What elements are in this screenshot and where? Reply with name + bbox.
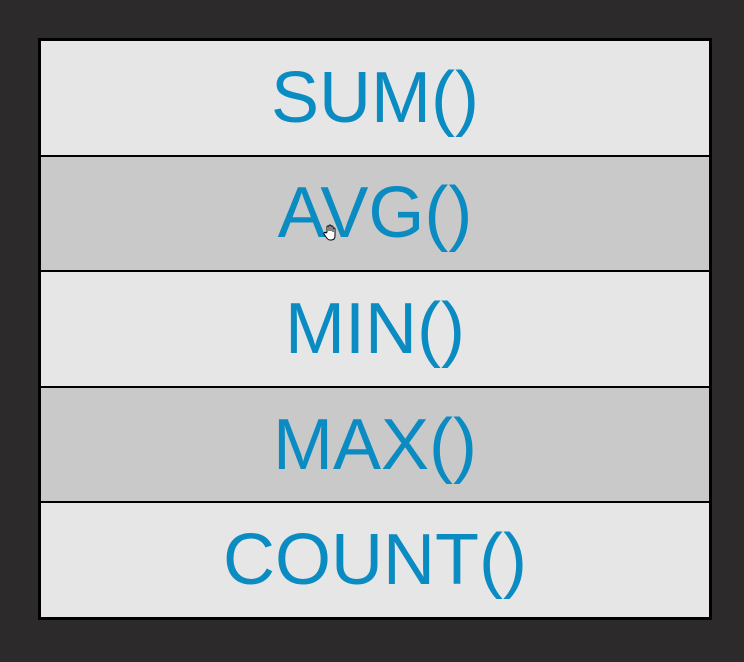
item-label: SUM() — [271, 57, 479, 138]
aggregate-function-list: SUM() AVG() MIN() MAX() COUNT() — [38, 38, 712, 620]
item-label: MIN() — [285, 288, 465, 369]
list-item-max[interactable]: MAX() — [41, 385, 709, 502]
list-item-avg[interactable]: AVG() — [41, 154, 709, 271]
list-item-min[interactable]: MIN() — [41, 270, 709, 386]
item-label: MAX() — [273, 404, 477, 485]
list-item-count[interactable]: COUNT() — [41, 501, 709, 617]
hand-cursor-icon — [323, 224, 336, 241]
item-label: AVG() — [277, 173, 473, 254]
item-label: COUNT() — [223, 520, 527, 601]
list-item-sum[interactable]: SUM() — [41, 41, 709, 155]
